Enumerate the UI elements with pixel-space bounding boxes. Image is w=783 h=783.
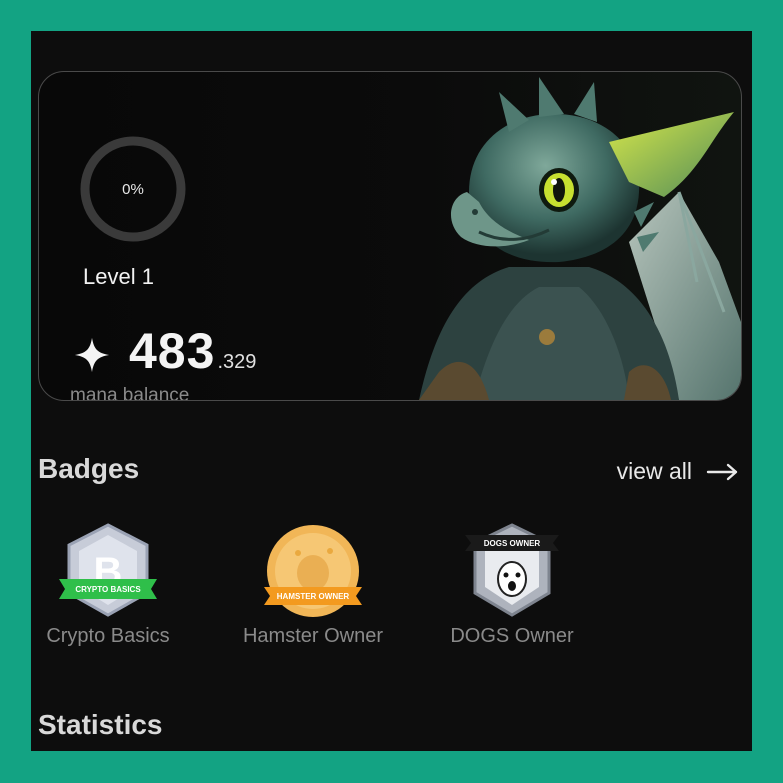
statistics-heading: Statistics	[38, 709, 163, 740]
level-progress-ring: 0%	[78, 134, 188, 244]
badge-dogs-owner[interactable]: DOGS OWNER DOGS Owner	[427, 521, 597, 648]
mana-balance-label: mana balance	[70, 385, 190, 401]
badge-label: Hamster Owner	[242, 625, 384, 647]
view-all-label: view all	[616, 458, 692, 484]
svg-text:HAMSTER OWNER: HAMSTER OWNER	[277, 592, 350, 601]
progress-percent: 0%	[122, 180, 144, 198]
badge-hamster-owner[interactable]: HAMSTER OWNER Hamster Owner	[228, 521, 398, 648]
view-all-link[interactable]: view all	[617, 458, 740, 485]
badge-label: DOGS Owner	[450, 625, 574, 647]
dragon-illustration	[419, 77, 741, 400]
badges-heading: Badges	[38, 453, 140, 484]
svg-text:DOGS OWNER: DOGS OWNER	[484, 539, 541, 548]
arrow-right-icon	[706, 463, 738, 480]
profile-card[interactable]: 0% Level 1 483 .329 mana balance	[38, 71, 742, 401]
level-label: Level 1	[83, 264, 154, 289]
balance-row: 483 .329	[73, 322, 256, 380]
dogs-owner-badge-icon: DOGS OWNER	[465, 523, 559, 617]
balance-integer: 483	[129, 323, 216, 379]
app-screen: 0% Level 1 483 .329 mana balance Badges …	[31, 31, 752, 751]
hamster-owner-badge-icon: HAMSTER OWNER	[264, 525, 362, 617]
sparkle-icon	[74, 337, 110, 373]
balance-decimal: .329	[217, 351, 257, 373]
badge-label: Crypto Basics	[46, 625, 170, 647]
badge-crypto-basics[interactable]: B CRYPTO BASICS Crypto Basics	[31, 521, 193, 648]
crypto-basics-badge-icon: B CRYPTO BASICS	[59, 523, 157, 617]
svg-text:CRYPTO BASICS: CRYPTO BASICS	[75, 585, 141, 594]
